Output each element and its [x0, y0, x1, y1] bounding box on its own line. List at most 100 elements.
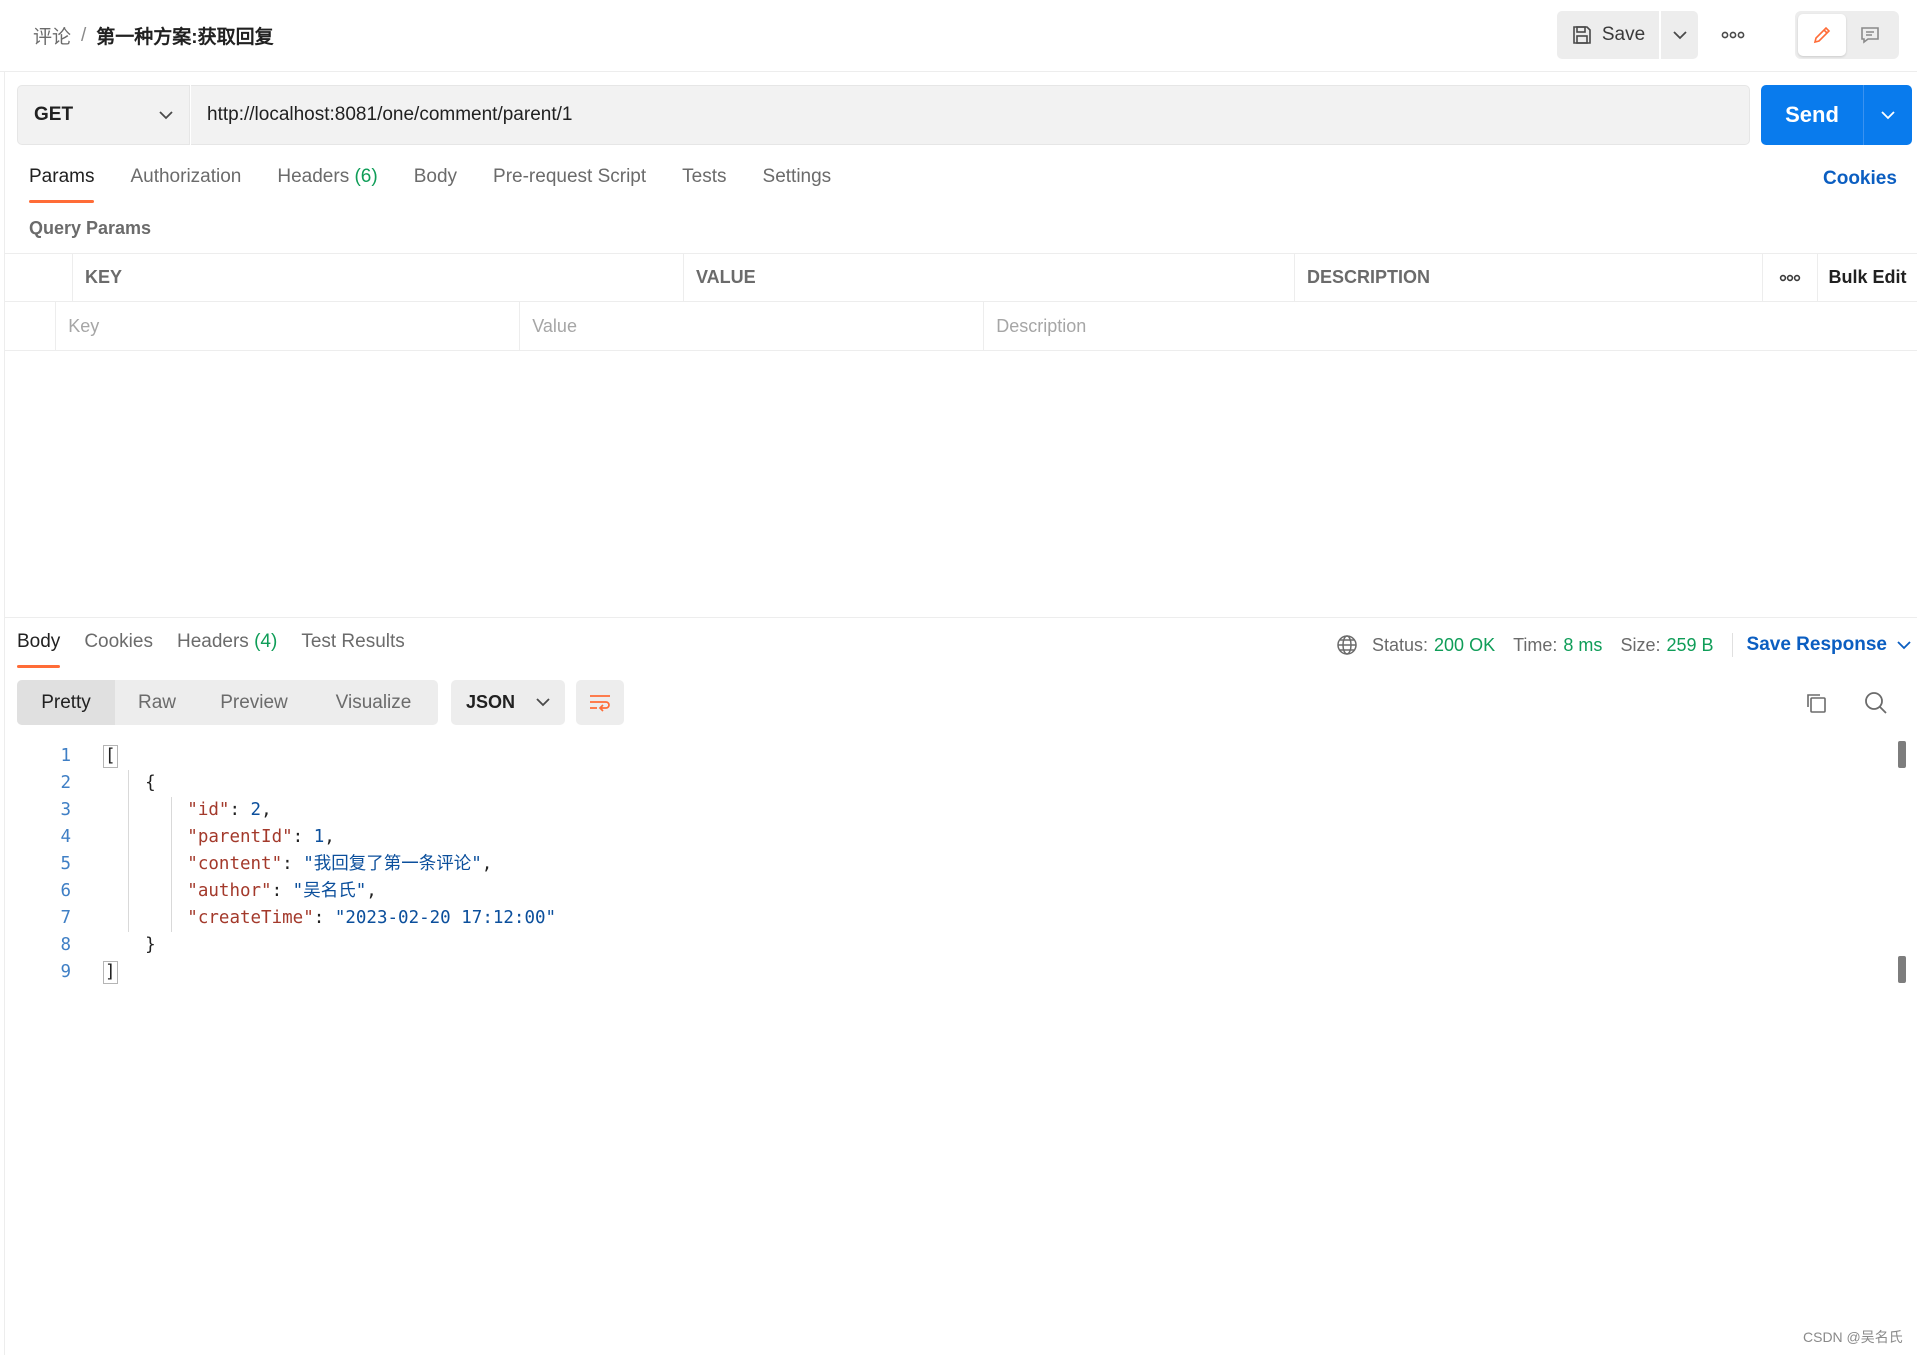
query-params-table: KEY VALUE DESCRIPTION Bulk Edit Key Valu… — [4, 253, 1917, 351]
code-text: { — [71, 770, 156, 797]
save-button-group: Save — [1557, 11, 1698, 59]
json-key: "id" — [187, 800, 230, 820]
http-method-value: GET — [34, 104, 74, 125]
tab-authorization[interactable]: Authorization — [130, 166, 241, 204]
column-header-description: DESCRIPTION — [1295, 254, 1763, 301]
wrap-lines-icon — [588, 693, 612, 713]
tab-tests[interactable]: Tests — [682, 166, 726, 204]
json-value: "吴名氏" — [292, 881, 367, 901]
send-dropdown-button[interactable] — [1864, 85, 1912, 145]
url-input[interactable]: http://localhost:8081/one/comment/parent… — [191, 85, 1750, 145]
view-raw-button[interactable]: Raw — [115, 680, 199, 725]
tab-settings[interactable]: Settings — [763, 166, 832, 204]
wrap-lines-button[interactable] — [576, 680, 624, 725]
open-brace: { — [145, 773, 156, 793]
search-icon[interactable] — [1863, 690, 1889, 716]
scrollbar-marker[interactable] — [1898, 956, 1906, 983]
globe-icon[interactable] — [1336, 634, 1358, 656]
response-status-bar: Status: 200 OK Time: 8 ms Size: 259 B Sa… — [1336, 630, 1911, 660]
send-button[interactable]: Send — [1761, 85, 1863, 145]
param-key-input[interactable]: Key — [56, 302, 521, 350]
line-number: 4 — [60, 827, 71, 847]
comment-icon — [1859, 24, 1881, 46]
response-body-viewer[interactable]: 1 [ 2 { 3 "id": 2, 4 "parentId": 1, 5 "c… — [17, 743, 1897, 986]
code-text: } — [71, 932, 156, 959]
json-value: 2 — [250, 800, 262, 820]
breadcrumb-separator: / — [81, 24, 87, 46]
code-line: 5 "content": "我回复了第一条评论", — [17, 851, 1897, 878]
code-text: "content": "我回复了第一条评论", — [187, 854, 493, 874]
tab-response-headers[interactable]: Headers (4) — [177, 631, 277, 669]
code-line: 1 [ — [17, 743, 1897, 770]
tab-test-results[interactable]: Test Results — [301, 631, 404, 669]
tab-response-body[interactable]: Body — [17, 631, 61, 669]
save-dropdown-button[interactable] — [1661, 11, 1698, 59]
breadcrumb: 评论 / 第一种方案:获取回复 — [33, 22, 274, 49]
query-params-title: Query Params — [29, 218, 152, 238]
cookies-link[interactable]: Cookies — [1823, 168, 1897, 190]
save-response-label: Save Response — [1746, 634, 1887, 655]
view-pretty-button[interactable]: Pretty — [17, 680, 115, 725]
tab-prerequest-script[interactable]: Pre-request Script — [493, 166, 646, 204]
copy-icon[interactable] — [1803, 690, 1829, 716]
time-value[interactable]: 8 ms — [1563, 635, 1602, 656]
more-options-button[interactable] — [1714, 19, 1752, 51]
request-tabs: Params Authorization Headers (6) Body Pr… — [29, 166, 867, 206]
pane-divider[interactable] — [4, 617, 1917, 618]
scrollbar-marker[interactable] — [1898, 741, 1906, 768]
watermark: CSDN @吴名氏 — [1803, 1329, 1903, 1345]
tab-response-cookies[interactable]: Cookies — [84, 631, 153, 669]
json-value: "2023-02-20 17:12:00" — [334, 908, 557, 928]
size-label: Size: — [1620, 634, 1661, 655]
code-text: [ — [71, 743, 118, 770]
code-line: 8 } — [17, 932, 1897, 959]
view-preview-button[interactable]: Preview — [199, 680, 309, 725]
bracket-match: ] — [103, 961, 118, 984]
size-value[interactable]: 259 B — [1666, 635, 1713, 656]
tab-body[interactable]: Body — [414, 166, 457, 204]
response-format-value: JSON — [466, 692, 516, 712]
view-visualize-button[interactable]: Visualize — [309, 680, 438, 725]
line-number: 5 — [60, 854, 71, 874]
code-line: 3 "id": 2, — [17, 797, 1897, 824]
line-number: 3 — [60, 800, 71, 820]
line-number: 1 — [60, 746, 71, 766]
response-format-select[interactable]: JSON — [451, 680, 565, 725]
save-response-button[interactable]: Save Response — [1747, 634, 1911, 656]
more-horizontal-icon — [1779, 274, 1801, 282]
line-number: 7 — [60, 908, 71, 928]
table-options-button[interactable] — [1763, 254, 1818, 301]
send-button-group: Send — [1761, 85, 1912, 145]
breadcrumb-collection[interactable]: 评论 — [33, 22, 71, 49]
line-number: 6 — [60, 881, 71, 901]
json-key: "createTime" — [187, 908, 314, 928]
param-value-input[interactable]: Value — [520, 302, 985, 350]
edit-mode-button[interactable] — [1798, 14, 1846, 56]
table-header-row: KEY VALUE DESCRIPTION Bulk Edit — [4, 253, 1917, 302]
json-key: "content" — [187, 854, 283, 874]
param-description-input[interactable]: Description — [984, 302, 1917, 350]
bulk-edit-button[interactable]: Bulk Edit — [1818, 254, 1917, 301]
tab-headers[interactable]: Headers (6) — [277, 166, 377, 204]
code-text: ] — [71, 959, 118, 986]
request-header: 评论 / 第一种方案:获取回复 Save — [0, 0, 1917, 72]
code-line: 2 { — [17, 770, 1897, 797]
tab-params[interactable]: Params — [29, 166, 95, 204]
save-button[interactable]: Save — [1557, 11, 1659, 59]
code-text: "parentId": 1, — [187, 827, 335, 847]
request-name[interactable]: 第一种方案:获取回复 — [96, 22, 273, 49]
code-text: "author": "吴名氏", — [187, 881, 377, 901]
documentation-mode-button[interactable] — [1846, 14, 1894, 56]
code-line: 6 "author": "吴名氏", — [17, 878, 1897, 905]
save-label: Save — [1601, 24, 1646, 45]
line-number: 2 — [60, 773, 71, 793]
line-number: 8 — [60, 935, 71, 955]
line-number: 9 — [60, 962, 71, 982]
code-line: 7 "createTime": "2023-02-20 17:12:00" — [17, 905, 1897, 932]
column-header-value: VALUE — [684, 254, 1295, 301]
http-method-select[interactable]: GET — [17, 85, 190, 145]
status-value[interactable]: 200 OK — [1434, 635, 1495, 656]
code-text: "createTime": "2023-02-20 17:12:00" — [187, 908, 557, 928]
row-checkbox-cell — [4, 302, 57, 350]
status-label: Status: — [1372, 634, 1429, 655]
